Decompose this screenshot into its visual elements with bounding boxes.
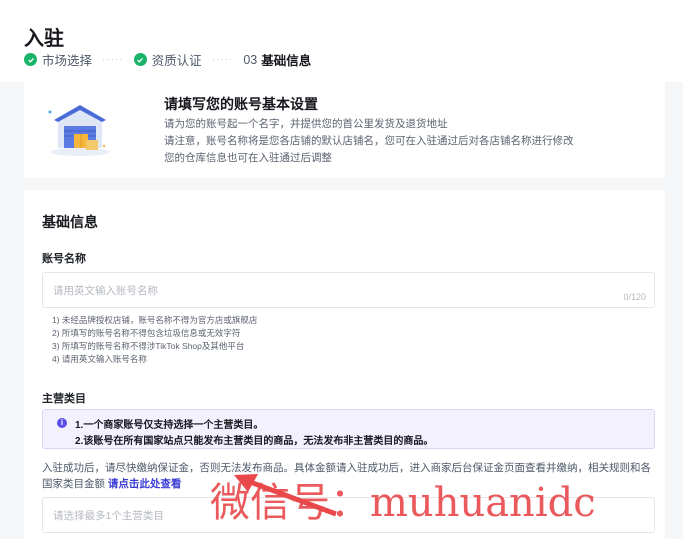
step-divider: ····· [102, 54, 124, 65]
notice-line: 1.一个商家账号仅支持选择一个主营类目。 [75, 420, 264, 431]
check-icon [133, 53, 147, 66]
step-number: 03 [243, 52, 258, 67]
category-notice: i 1.一个商家账号仅支持选择一个主营类目。 2.该账号在所有国家站点只能发布主… [42, 409, 655, 449]
warehouse-illustration [48, 105, 110, 156]
category-label: 主营类目 [42, 393, 86, 405]
step-label: 市场选择 [42, 54, 93, 68]
account-name-hint: 3) 所填写的账号名称不得涉TikTok Shop及其他平台 [52, 341, 245, 351]
banner-line: 请注意，账号名称将是您各店铺的默认店铺名，您可在入驻通过后对各店铺名称进行修改 [164, 135, 574, 147]
banner-heading: 请填写您的账号基本设置 [164, 96, 318, 112]
page-title: 入驻 [24, 28, 64, 50]
account-name-input[interactable]: 请用英文输入账号名称 0/120 [42, 272, 655, 308]
char-counter: 0/120 [623, 292, 646, 302]
banner-line: 您的仓库信息也可在入驻通过后调整 [164, 152, 332, 164]
step-market: 市场选择 [24, 50, 92, 69]
page-header: 入驻 市场选择 ····· 资质认证 ····· 03 基础信息 [0, 0, 683, 82]
step-label: 资质认证 [151, 54, 202, 68]
account-name-hint: 4) 请用英文输入账号名称 [52, 354, 147, 364]
banner-line: 请为您的账号起一个名字，并提供您的首公里发货及退货地址 [164, 118, 448, 130]
step-qualification: 资质认证 [133, 50, 202, 69]
notice-line: 2.该账号在所有国家站点只能发布主营类目的商品，无法发布非主营类目的商品。 [75, 436, 434, 447]
deposit-link[interactable]: 请点击此处查看 [108, 478, 182, 490]
check-icon [24, 53, 37, 66]
step-label: 基础信息 [261, 54, 312, 68]
account-name-placeholder: 请用英文输入账号名称 [53, 285, 158, 297]
step-progress: 市场选择 ····· 资质认证 ····· 03 基础信息 [24, 50, 311, 69]
step-divider: ····· [211, 54, 234, 65]
account-name-hint: 2) 所填写的账号名称不得包含垃圾信息或无效字符 [52, 328, 241, 338]
account-name-hint: 1) 未经品牌授权店铺，账号名称不得为官方店或旗舰店 [52, 315, 258, 325]
info-banner: 请填写您的账号基本设置 请为您的账号起一个名字，并提供您的首公里发货及退货地址 … [24, 82, 665, 178]
step-basic-info: 03 基础信息 [243, 50, 311, 69]
section-title: 基础信息 [42, 214, 98, 230]
account-name-label: 账号名称 [42, 253, 86, 265]
info-icon: i [57, 418, 67, 428]
watermark-text: 微信号：muhuanidc [210, 480, 596, 526]
category-placeholder: 请选择最多1个主营类目 [53, 510, 164, 522]
